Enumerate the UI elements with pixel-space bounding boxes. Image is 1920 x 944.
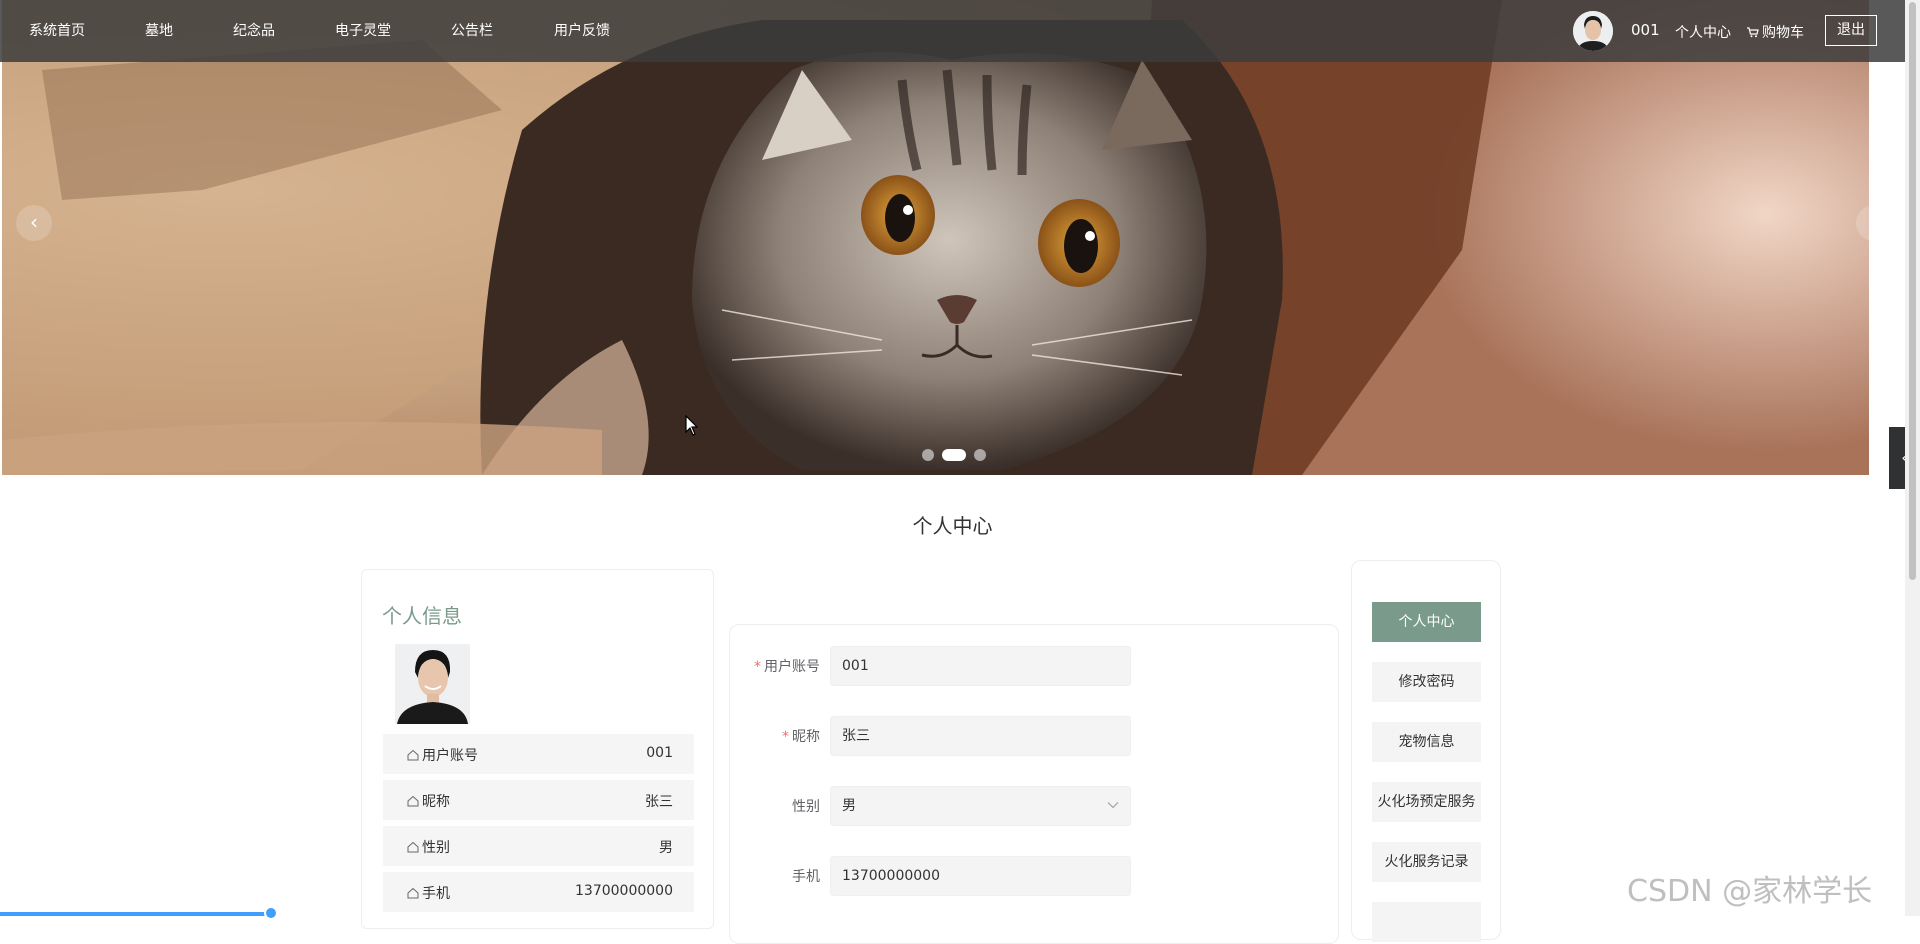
menu-item-pet-info[interactable]: 宠物信息: [1372, 722, 1481, 762]
mouse-cursor-icon: [685, 415, 699, 436]
nickname-input[interactable]: 张三: [830, 716, 1131, 756]
page-title: 个人中心: [912, 514, 993, 538]
menu-item-more[interactable]: [1372, 902, 1481, 942]
gender-select-value: 男: [842, 798, 856, 814]
nav-item-bulletin[interactable]: 公告栏: [451, 20, 493, 40]
progress-knob[interactable]: [264, 906, 278, 920]
watermark-text: CSDN @家林学长: [1627, 874, 1873, 909]
account-input[interactable]: 001: [830, 646, 1131, 686]
cart-label: 购物车: [1762, 25, 1804, 41]
home-icon: [407, 841, 419, 853]
top-navigation: 系统首页 墓地 纪念品 电子灵堂 公告栏 用户反馈 001 个人中心 购物车 退…: [0, 0, 1905, 62]
nav-item-souvenirs[interactable]: 纪念品: [233, 20, 275, 40]
info-label: 性别: [422, 840, 450, 856]
form-label-nickname: * 昵称: [782, 729, 820, 745]
nav-item-cemetery[interactable]: 墓地: [145, 20, 173, 40]
personal-info-title: 个人信息: [382, 604, 462, 628]
scrollbar-thumb[interactable]: [1909, 2, 1916, 580]
menu-item-change-password[interactable]: 修改密码: [1372, 662, 1481, 702]
nav-item-feedback[interactable]: 用户反馈: [554, 20, 610, 40]
carousel-dot-3[interactable]: [974, 449, 986, 461]
profile-edit-form: * 用户账号 001 * 昵称 张三 性别 男 手机 13700000000: [729, 624, 1339, 944]
info-label: 手机: [422, 886, 450, 902]
gender-select[interactable]: 男: [830, 786, 1131, 826]
user-avatar-icon: [1573, 11, 1613, 51]
form-label-account: * 用户账号: [754, 659, 820, 675]
info-row-account: 用户账号 001: [383, 734, 694, 774]
profile-photo-image: [395, 644, 470, 724]
carousel-dot-2-active[interactable]: [942, 449, 966, 461]
form-label-gender: 性别: [792, 799, 820, 815]
required-marker: *: [782, 729, 789, 745]
home-icon: [407, 795, 419, 807]
info-row-phone: 手机 13700000000: [383, 872, 694, 912]
avatar[interactable]: [1573, 11, 1613, 51]
logout-button[interactable]: 退出: [1825, 15, 1877, 46]
nav-username: 001: [1631, 21, 1660, 39]
nav-item-memorial-hall[interactable]: 电子灵堂: [335, 20, 391, 40]
menu-item-cremation-records[interactable]: 火化服务记录: [1372, 842, 1481, 882]
cat-photo: [2, 0, 1869, 475]
info-value: 001: [646, 745, 673, 761]
required-marker: *: [754, 659, 761, 675]
chevron-down-icon: [1107, 802, 1119, 809]
menu-item-cremation-booking[interactable]: 火化场预定服务: [1372, 782, 1481, 822]
home-icon: [407, 887, 419, 899]
nav-personal-center-link[interactable]: 个人中心: [1675, 22, 1731, 42]
info-value: 男: [659, 840, 673, 856]
nav-item-home[interactable]: 系统首页: [29, 20, 85, 40]
cart-icon: [1747, 27, 1759, 38]
profile-photo: [395, 644, 470, 724]
banner-carousel[interactable]: ‹ ›: [2, 0, 1869, 475]
nav-cart-link[interactable]: 购物车: [1746, 22, 1804, 42]
info-value: 13700000000: [575, 883, 673, 899]
carousel-dot-1[interactable]: [922, 449, 934, 461]
info-value: 张三: [645, 794, 673, 810]
page-scrollbar[interactable]: [1905, 0, 1920, 916]
menu-item-personal-center[interactable]: 个人中心: [1372, 602, 1481, 642]
personal-info-card: 个人信息 用户账号 001 昵称 张三 性别 男 手机 13700000000: [361, 569, 714, 929]
user-center-menu: 个人中心 修改密码 宠物信息 火化场预定服务 火化服务记录: [1351, 560, 1501, 942]
form-label-phone: 手机: [792, 869, 820, 885]
info-row-gender: 性别 男: [383, 826, 694, 866]
info-row-nickname: 昵称 张三: [383, 780, 694, 820]
home-icon: [407, 749, 419, 761]
carousel-prev-button[interactable]: ‹: [16, 205, 52, 241]
phone-input[interactable]: 13700000000: [830, 856, 1131, 896]
info-label: 用户账号: [422, 748, 478, 764]
info-label: 昵称: [422, 794, 450, 810]
loading-progress-bar: [0, 912, 270, 916]
